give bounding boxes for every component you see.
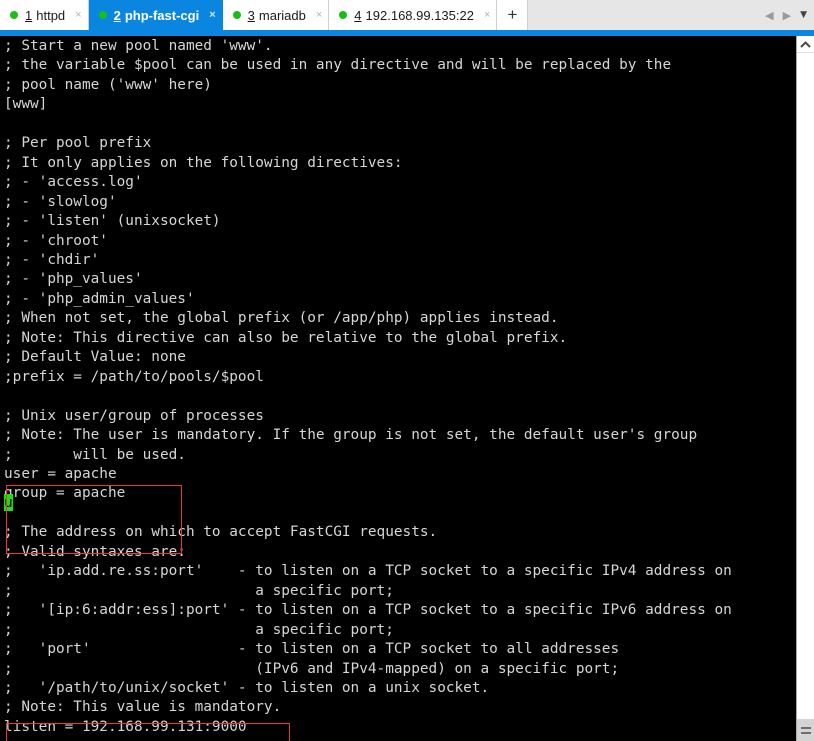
tab-number: 1 [25,7,33,23]
close-icon[interactable]: × [75,9,81,21]
cursor-character: u [4,495,13,511]
status-dot-icon [10,11,18,19]
tab-number: 2 [113,7,121,23]
close-icon[interactable]: × [484,9,490,21]
tab-label: httpd [36,7,66,23]
new-tab-button[interactable]: + [497,0,529,30]
chevron-down-icon[interactable]: ▼ [800,10,807,20]
close-icon[interactable]: × [316,9,322,21]
scrollbar-track[interactable] [797,54,814,719]
terminal-window: 1 httpd × 2 php-fast-cgi × 3 mariadb × 4… [0,0,814,741]
tab-number: 4 [354,7,362,23]
previous-tab-icon[interactable]: ◀ [765,10,773,21]
status-dot-icon [339,11,348,19]
vertical-scrollbar[interactable] [796,36,814,741]
tab-label: mariadb [258,7,306,23]
terminal-output[interactable]: ; Start a new pool named 'www'. ; the va… [0,36,796,741]
terminal-text: ; Start a new pool named 'www'. ; the va… [4,38,732,735]
tab-number: 3 [247,7,255,23]
tab-bar-controls: ◀ ▶ ▼ [528,0,814,30]
tab-mariadb[interactable]: 3 mariadb × [222,0,330,30]
close-icon[interactable]: × [209,9,215,21]
status-dot-icon [232,11,241,19]
resize-grip-icon[interactable] [797,719,814,741]
tab-php-fast-cgi[interactable]: 2 php-fast-cgi × [88,0,223,30]
tab-label: php-fast-cgi [124,7,200,23]
status-dot-icon [98,11,107,19]
scroll-up-icon[interactable] [797,36,814,53]
tab-label: 192.168.99.135:22 [365,7,474,23]
tab-httpd[interactable]: 1 httpd × [0,0,89,30]
tab-bar: 1 httpd × 2 php-fast-cgi × 3 mariadb × 4… [0,0,814,30]
tab-ssh-session[interactable]: 4 192.168.99.135:22 × [329,0,498,30]
next-tab-icon[interactable]: ▶ [783,10,791,21]
